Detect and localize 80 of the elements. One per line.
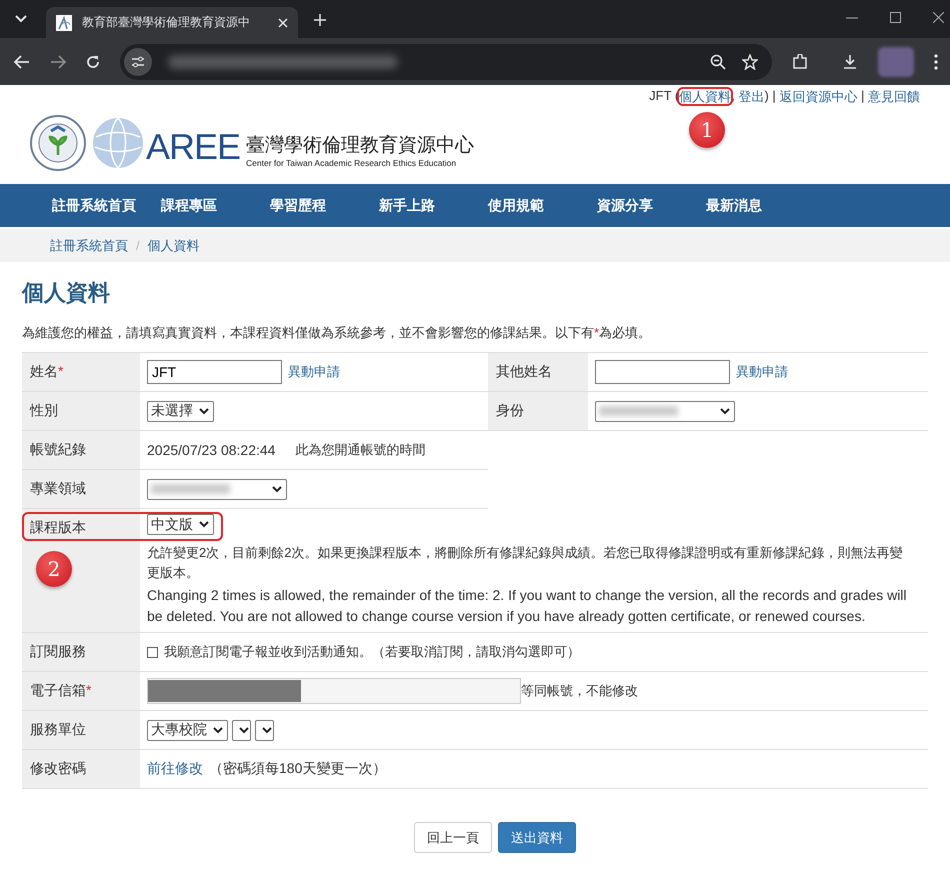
caret-icon — [720, 408, 730, 414]
minimize-icon[interactable] — [846, 16, 858, 18]
top-text: | — [860, 88, 866, 105]
back-button[interactable]: 回上一頁 — [414, 822, 492, 853]
site-subtitle: Center for Taiwan Academic Research Ethics Education — [246, 158, 458, 168]
brand-logo: AREE — [146, 126, 240, 168]
page-title: 個人資料 — [22, 279, 111, 307]
field-label: 服務單位 — [22, 711, 140, 749]
select-field[interactable] — [232, 720, 251, 740]
select-field[interactable] — [255, 720, 274, 740]
field-label: 其他姓名 — [488, 353, 588, 391]
nav-item[interactable]: 課程專區 — [161, 196, 270, 214]
favicon-icon — [56, 14, 72, 30]
field-label: 專業領域 — [22, 470, 140, 508]
select-field[interactable] — [147, 478, 287, 500]
breadcrumb-item[interactable]: 個人資料 — [148, 236, 200, 254]
tab-title: 教育部臺灣學術倫理教育資源中 — [82, 14, 251, 31]
select-field[interactable]: 中文版 — [147, 514, 214, 535]
extensions-icon[interactable] — [792, 54, 808, 70]
forward-icon — [50, 54, 66, 68]
field-note: （密碼須每180天變更一次） — [209, 760, 386, 778]
caret-icon — [272, 486, 282, 492]
select-field[interactable]: 未選擇 — [147, 400, 214, 422]
top-link[interactable]: 個人資料 — [679, 89, 732, 104]
record-time: 2025/07/23 08:22:44 — [147, 442, 276, 458]
top-link[interactable]: 意見回饋 — [868, 88, 920, 106]
checkbox-label: 我願意訂閱電子報並收到活動通知。（若要取消訂閱，請取消勾選即可） — [164, 643, 580, 661]
maximize-icon[interactable] — [890, 12, 901, 23]
nav-item[interactable]: 使用規範 — [488, 196, 597, 214]
browser-tab[interactable]: 教育部臺灣學術倫理教育資源中 — [46, 7, 298, 38]
version-note: Changing 2 times is allowed, the remainder of the time: 2. If you want to change the version, all the records and grades will be deleted. You are not allowed to change course version if you have already gotten certificate, or renewed courses. — [147, 586, 907, 626]
select-field[interactable] — [595, 400, 735, 422]
field-label: 姓名* — [22, 353, 140, 391]
field-note: 等同帳號，不能修改 — [521, 682, 638, 700]
site-title: 臺灣學術倫理教育資源中心 — [246, 134, 474, 158]
globe-icon — [92, 117, 144, 169]
download-icon[interactable] — [842, 54, 858, 70]
intro-text: 為維護您的權益，請填寫真實資料，本課程資料僅做為系統參考，並不會影響您的修課結果。以下有*為必填。 — [22, 324, 652, 342]
seal-logo-icon — [30, 115, 86, 171]
request-change-link[interactable]: 異動申請 — [736, 363, 788, 381]
caret-icon — [262, 726, 272, 734]
field-label: 帳號紀錄 — [22, 431, 140, 469]
select-field[interactable]: 大專校院 — [147, 720, 228, 740]
top-text: ) | — [764, 88, 777, 105]
record-note: 此為您開通帳號的時間 — [295, 441, 426, 459]
zoom-icon[interactable] — [710, 54, 726, 70]
text-field[interactable]: JFT — [147, 360, 282, 384]
top-link[interactable]: 返回資源中心 — [779, 88, 858, 106]
caret-icon — [199, 521, 209, 528]
field-label: 修改密碼 — [22, 750, 140, 788]
nav-item[interactable]: 最新消息 — [706, 196, 815, 214]
reload-icon[interactable] — [86, 54, 100, 68]
callout-badge: 1 — [689, 112, 726, 148]
nav-item[interactable]: 註冊系統首頁 — [52, 196, 161, 214]
request-change-link[interactable]: 異動申請 — [288, 363, 340, 381]
field-label: 電子信箱* — [22, 672, 140, 710]
field-label: 訂閱服務 — [22, 633, 140, 671]
back-icon[interactable] — [14, 54, 30, 68]
caret-icon — [213, 726, 223, 734]
top-link[interactable]: 登出 — [738, 88, 764, 106]
caret-icon — [199, 408, 209, 414]
nav-item[interactable]: 資源分享 — [597, 196, 706, 214]
breadcrumb-separator: / — [136, 238, 140, 253]
breadcrumb-item[interactable]: 註冊系統首頁 — [50, 236, 128, 254]
version-note: 允許變更2次，目前剩餘2次。如果更換課程版本，將刪除所有修課紀錄與成績。若您已取得修課證明或有重新修課紀錄，則無法再變更版本。 — [147, 544, 904, 582]
checkbox[interactable] — [147, 646, 158, 658]
close-icon[interactable] — [933, 12, 944, 23]
field-label: 身份 — [488, 392, 588, 430]
tab-list-icon[interactable] — [14, 15, 28, 23]
nav-item[interactable]: 新手上路 — [379, 196, 488, 214]
site-settings-icon[interactable] — [124, 48, 152, 76]
field-label: 性別 — [22, 392, 140, 430]
menu-icon[interactable] — [934, 54, 938, 70]
text-field[interactable] — [595, 360, 730, 384]
star-icon[interactable] — [742, 54, 758, 70]
new-tab-icon[interactable] — [314, 14, 326, 26]
caret-icon — [239, 726, 249, 734]
submit-button[interactable]: 送出資料 — [498, 822, 576, 853]
nav-item[interactable]: 學習歷程 — [270, 196, 379, 214]
change-password-link[interactable]: 前往修改 — [147, 760, 203, 778]
